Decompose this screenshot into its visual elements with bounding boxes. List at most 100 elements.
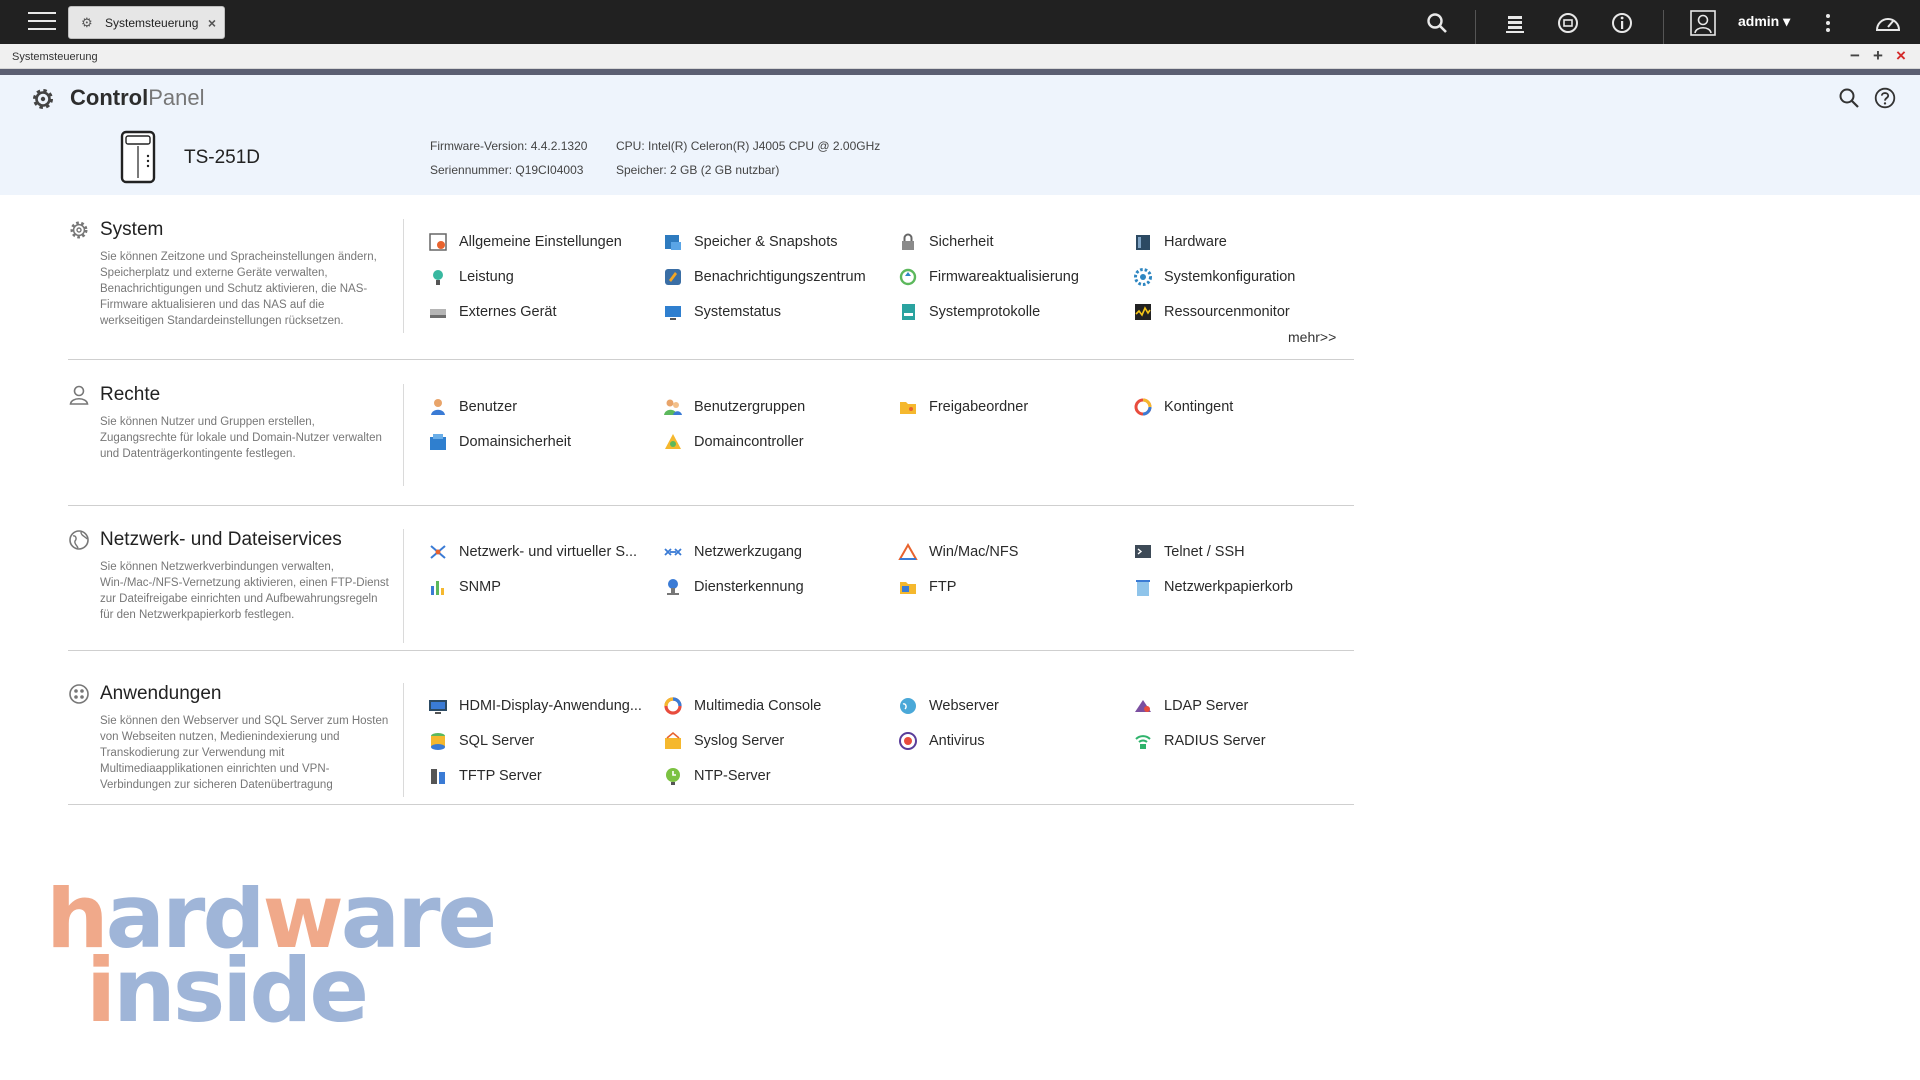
antivirus-icon [899,732,917,750]
section-divider [403,219,404,333]
section-title: Rechte [100,384,161,405]
item-domain-security[interactable]: Domainsicherheit [428,430,571,454]
ftp-icon [900,582,916,594]
network-access-icon [664,548,682,556]
section-divider [403,529,404,643]
item-notification-center[interactable]: Benachrichtigungszentrum [663,265,866,289]
item-multimedia-console[interactable]: Multimedia Console [663,694,821,718]
user-menu[interactable]: admin ▾ [1738,13,1790,30]
maximize-button[interactable]: + [1873,46,1883,66]
item-telnet-ssh[interactable]: Telnet / SSH [1133,540,1245,564]
quota-icon [1134,398,1152,416]
item-hdmi-display[interactable]: HDMI-Display-Anwendung... [428,694,642,718]
item-quota[interactable]: Kontingent [1133,395,1233,419]
section-description: Sie können den Webserver und SQL Server … [100,715,389,791]
monitor-icon [665,306,681,320]
multimedia-console-icon [664,697,682,715]
dashboard-icon[interactable] [1874,12,1902,34]
item-user-groups[interactable]: Benutzergruppen [663,395,805,419]
user-avatar-icon[interactable] [1690,10,1716,36]
system-config-icon [1134,268,1152,286]
item-sql-server[interactable]: SQL Server [428,729,534,753]
lock-icon [902,233,914,250]
main-menu-icon[interactable] [28,12,56,32]
taskbar-tab-control-panel[interactable]: ⚙ Systemsteuerung × [68,6,225,39]
user-icon [69,385,89,405]
item-external-device[interactable]: Externes Gerät [428,300,557,324]
item-snmp[interactable]: SNMP [428,575,501,599]
storage-icon [665,235,681,250]
item-ntp-server[interactable]: NTP-Server [663,764,771,788]
tftp-server-icon [431,769,445,784]
item-system-configuration[interactable]: Systemkonfiguration [1133,265,1295,289]
radius-server-icon [1135,735,1151,749]
item-network-virtual-switch[interactable]: Netzwerk- und virtueller S... [428,540,637,564]
domain-security-icon [430,434,446,450]
hardware-icon [1136,235,1150,250]
close-window-button[interactable]: × [1896,46,1906,66]
gear-icon [70,221,88,239]
terminal-icon [1135,545,1151,558]
item-system-logs[interactable]: Systemprotokolle [898,300,1040,324]
close-tab-icon[interactable]: × [208,15,216,31]
external-device-icon[interactable] [1557,12,1579,34]
background-tasks-icon[interactable] [1504,12,1526,34]
user-group-icon [664,399,682,415]
more-options-icon[interactable] [1822,12,1834,34]
gear-icon: ⚙ [81,15,93,30]
minimize-button[interactable]: − [1850,46,1860,66]
section-title: Anwendungen [100,683,222,704]
help-icon[interactable] [1874,87,1896,109]
taskbar-separator [1663,10,1664,44]
page-title: ControlPanel [70,85,205,110]
item-firmware-update[interactable]: Firmwareaktualisierung [898,265,1079,289]
folder-icon [900,402,916,414]
more-link[interactable]: mehr>> [1288,329,1336,345]
item-network-recycle-bin[interactable]: Netzwerkpapierkorb [1133,575,1293,599]
item-ldap-server[interactable]: LDAP Server [1133,694,1248,718]
resource-monitor-icon [1135,304,1151,320]
item-performance[interactable]: Leistung [428,265,514,289]
item-resource-monitor[interactable]: Ressourcenmonitor [1133,300,1290,324]
section-title: Netzwerk- und Dateiservices [100,529,342,550]
device-model: TS-251D [184,147,261,168]
item-antivirus[interactable]: Antivirus [898,729,985,753]
domain-controller-icon [665,434,681,449]
item-general-settings[interactable]: Allgemeine Einstellungen [428,230,622,254]
item-security[interactable]: Sicherheit [898,230,993,254]
sql-server-icon [431,733,445,750]
section-divider [403,384,404,486]
firmware-update-icon [899,268,917,286]
info-icon[interactable] [1611,12,1633,34]
item-hardware[interactable]: Hardware [1133,230,1227,254]
section-divider [403,683,404,797]
item-win-mac-nfs[interactable]: Win/Mac/NFS [898,540,1018,564]
serial-info: Seriennummer: Q19CI04003 [430,163,584,177]
item-shared-folders[interactable]: Freigabeordner [898,395,1028,419]
search-icon[interactable] [1426,12,1448,34]
item-network-access[interactable]: Netzwerkzugang [663,540,802,564]
tab-label: Systemsteuerung [105,16,199,30]
taskbar-separator [1475,10,1476,44]
item-domain-controller[interactable]: Domaincontroller [663,430,804,454]
item-system-status[interactable]: Systemstatus [663,300,781,324]
item-radius-server[interactable]: RADIUS Server [1133,729,1266,753]
item-webserver[interactable]: Webserver [898,694,999,718]
section-network: Netzwerk- und Dateiservices Sie können N… [68,529,1354,651]
item-ftp[interactable]: FTP [898,575,956,599]
search-icon[interactable] [1838,87,1860,109]
general-settings-icon [429,233,447,251]
nas-device-icon [120,130,156,184]
firmware-info: Firmware-Version: 4.4.2.1320 [430,139,588,153]
apps-icon [69,684,89,704]
item-syslog-server[interactable]: Syslog Server [663,729,784,753]
item-storage-snapshots[interactable]: Speicher & Snapshots [663,230,837,254]
item-service-discovery[interactable]: Diensterkennung [663,575,804,599]
window-title: Systemsteuerung [12,51,98,63]
recycle-bin-icon [1136,580,1150,596]
item-tftp-server[interactable]: TFTP Server [428,764,542,788]
item-users[interactable]: Benutzer [428,395,517,419]
notification-icon [665,269,681,285]
gear-icon [33,89,53,109]
cpu-info: CPU: Intel(R) Celeron(R) J4005 CPU @ 2.0… [616,139,881,153]
